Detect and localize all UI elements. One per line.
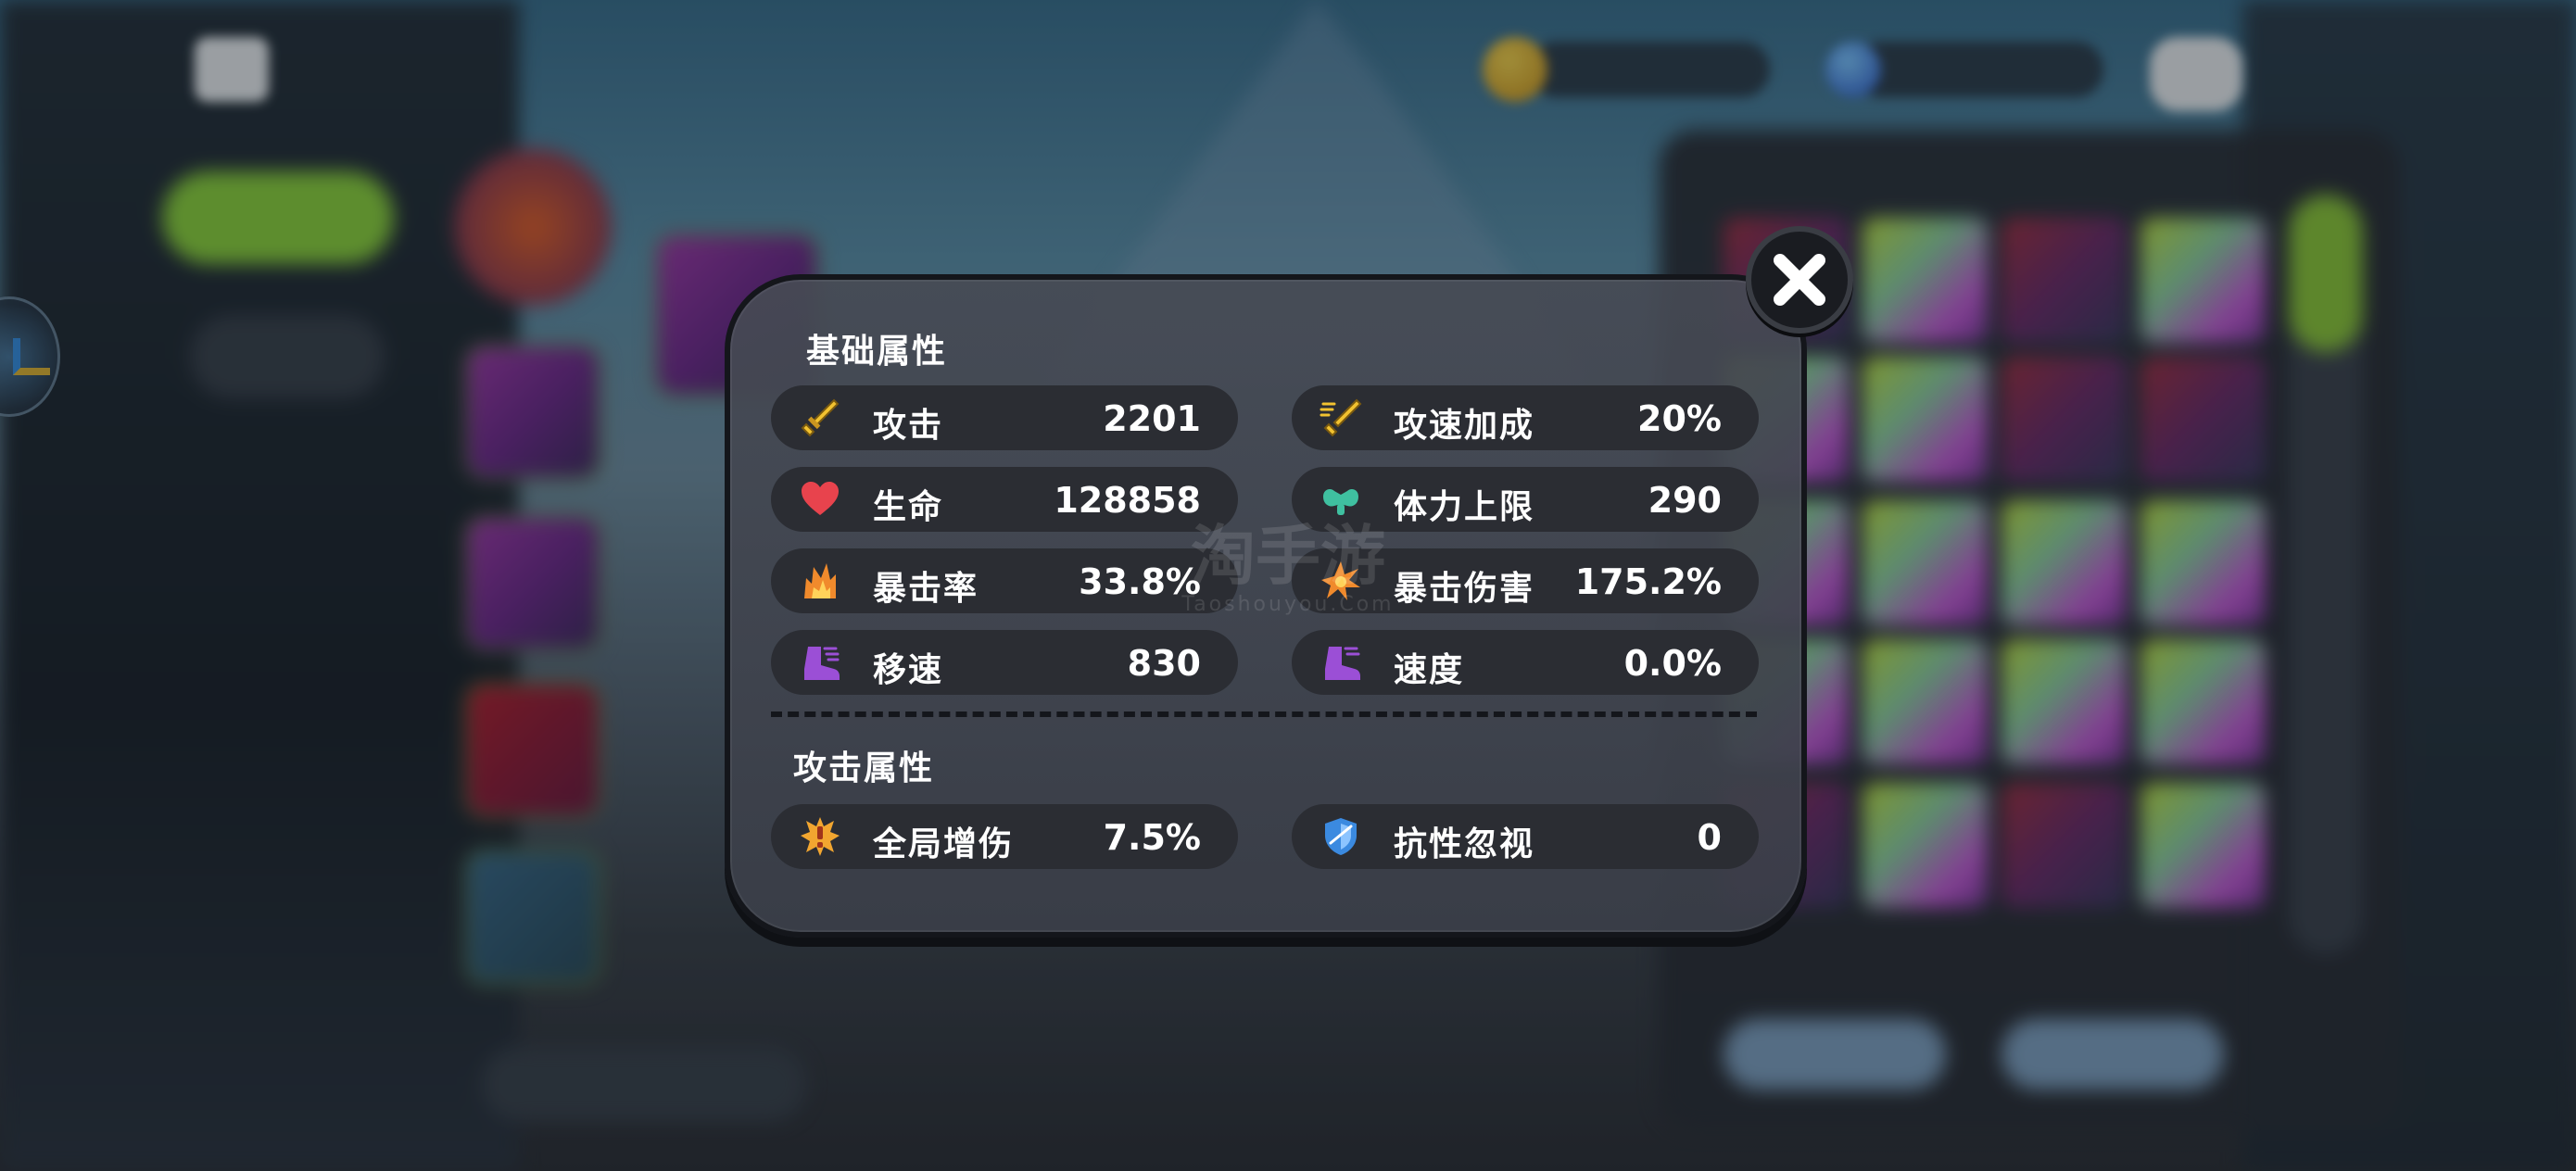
flame-burst-icon	[804, 563, 836, 598]
shield-slash-icon	[1325, 818, 1357, 855]
stat-label: 移速	[873, 651, 944, 689]
section-divider	[771, 711, 1757, 717]
stat-value: 7.5%	[1103, 817, 1201, 858]
boot-icon	[1325, 647, 1360, 680]
stat-label: 抗性忽视	[1394, 825, 1535, 863]
stat-label: 体力上限	[1394, 488, 1535, 526]
heart-icon	[802, 482, 839, 515]
close-button[interactable]	[1746, 226, 1853, 334]
watermark: 淘手游 Taoshouyou.Com	[1168, 519, 1408, 616]
stat-label: 生命	[873, 488, 944, 526]
boot-icon	[804, 647, 840, 680]
stat-label: 全局增伤	[873, 825, 1015, 863]
basic-attributes-title: 基础属性	[806, 333, 948, 371]
stat-resist-ignore: 抗性忽视 0	[1292, 804, 1759, 869]
stat-label: 暴击伤害	[1394, 570, 1535, 608]
stat-attack: 攻击 2201	[771, 385, 1238, 450]
stat-global-damage-boost: 全局增伤 7.5%	[771, 804, 1238, 869]
stat-label: 攻击	[873, 407, 944, 445]
close-icon	[1774, 254, 1825, 306]
stat-label: 攻速加成	[1394, 407, 1535, 445]
stat-value: 128858	[1054, 480, 1201, 521]
watermark-sub: Taoshouyou.Com	[1181, 593, 1395, 616]
stat-value: 0	[1697, 817, 1722, 858]
stat-speed: 速度 0.0%	[1292, 630, 1759, 695]
stat-attack-speed-bonus: 攻速加成 20%	[1292, 385, 1759, 450]
stat-value: 2201	[1103, 398, 1201, 439]
stat-label: 速度	[1394, 651, 1465, 689]
stat-value: 175.2%	[1574, 561, 1722, 602]
stat-value: 0.0%	[1623, 643, 1722, 684]
watermark-main: 淘手游	[1191, 518, 1385, 594]
muscle-icon	[1323, 489, 1358, 515]
stat-label: 暴击率	[873, 570, 979, 608]
sword-speed-icon	[1320, 398, 1362, 437]
sword-icon	[801, 398, 840, 437]
stat-value: 20%	[1637, 398, 1722, 439]
stat-value: 290	[1648, 480, 1722, 521]
stat-value: 830	[1127, 643, 1201, 684]
attack-attributes-title: 攻击属性	[793, 749, 935, 787]
exclaim-burst-icon	[801, 817, 840, 856]
stat-move-speed: 移速 830	[771, 630, 1238, 695]
